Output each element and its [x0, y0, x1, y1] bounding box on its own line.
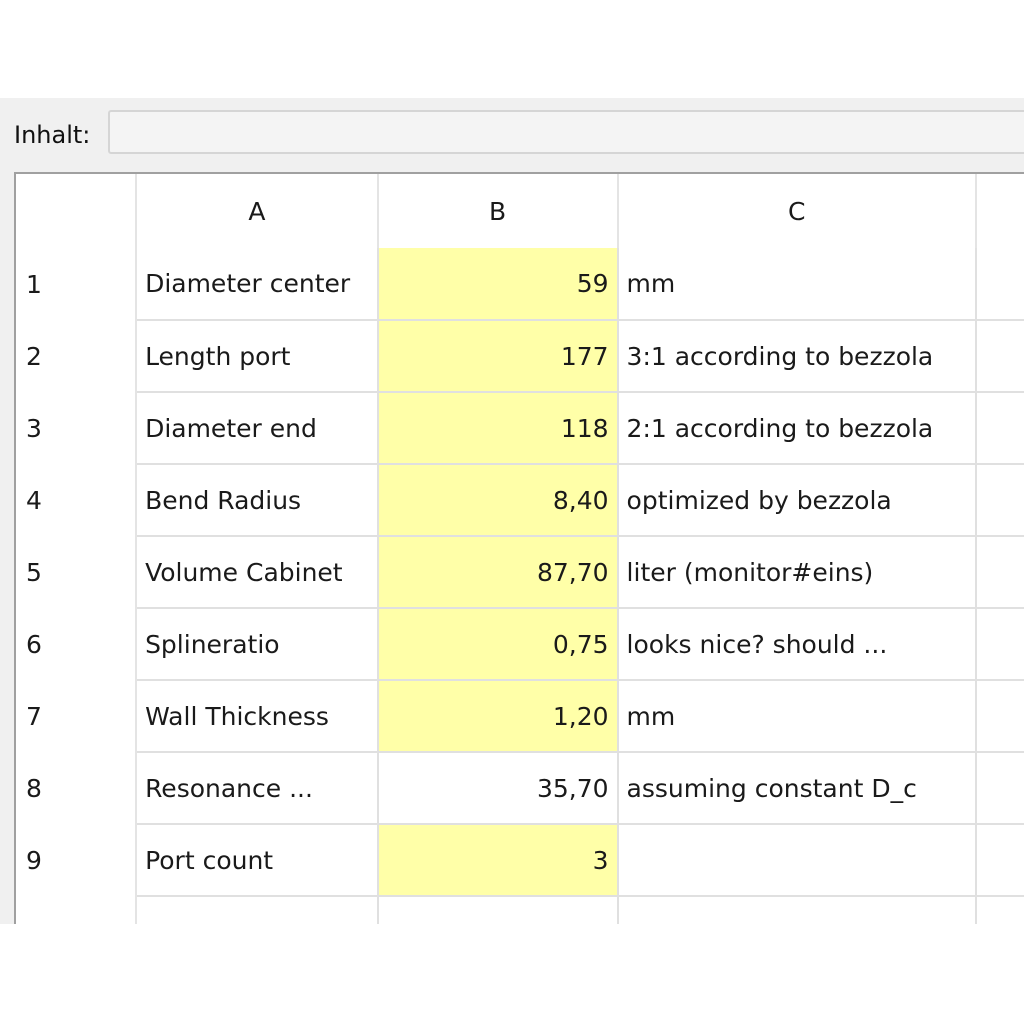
cell-d[interactable]: [975, 320, 1024, 393]
cell-b[interactable]: 87,70: [377, 536, 619, 609]
cell-a[interactable]: Bend Radius: [136, 464, 379, 537]
row-header[interactable]: 8: [16, 752, 138, 824]
table-row: 6 Splineratio 0,75 looks nice? should ...: [16, 608, 1024, 681]
cell-d[interactable]: [975, 896, 1024, 924]
cell-a[interactable]: Diameter center: [136, 248, 379, 321]
column-header-d[interactable]: [975, 174, 1024, 248]
row-header[interactable]: 2: [16, 320, 138, 392]
cell-a[interactable]: [136, 896, 379, 924]
content-input[interactable]: [108, 110, 1024, 154]
row-header[interactable]: 6: [16, 608, 138, 680]
cell-c[interactable]: [617, 896, 977, 924]
cell-b[interactable]: [377, 896, 619, 924]
cell-c[interactable]: 2:1 according to bezzola: [617, 392, 977, 465]
row-header[interactable]: 3: [16, 392, 138, 464]
cell-d[interactable]: [975, 608, 1024, 681]
table-row: 8 Resonance ... 35,70 assuming constant D_c: [16, 752, 1024, 825]
table-row: 1 Diameter center 59 mm: [16, 248, 1024, 321]
cell-b[interactable]: 1,20: [377, 680, 619, 753]
cell-a[interactable]: Resonance ...: [136, 752, 379, 825]
cell-c[interactable]: 3:1 according to bezzola: [617, 320, 977, 393]
corner-header[interactable]: [16, 174, 138, 248]
cell-c[interactable]: optimized by bezzola: [617, 464, 977, 537]
row-header[interactable]: [16, 896, 138, 924]
table-row: 4 Bend Radius 8,40 optimized by bezzola: [16, 464, 1024, 537]
row-header[interactable]: 9: [16, 824, 138, 896]
cell-a[interactable]: Length port: [136, 320, 379, 393]
spreadsheet-window: Inhalt: A B C 1 Diameter center 59 mm 2 …: [0, 98, 1024, 924]
cell-d[interactable]: [975, 248, 1024, 321]
cell-a[interactable]: Diameter end: [136, 392, 379, 465]
cell-d[interactable]: [975, 464, 1024, 537]
cell-b[interactable]: 35,70: [377, 752, 619, 825]
cell-c[interactable]: assuming constant D_c: [617, 752, 977, 825]
content-label: Inhalt:: [14, 121, 91, 149]
cell-b[interactable]: 118: [377, 392, 619, 465]
cell-d[interactable]: [975, 824, 1024, 897]
spreadsheet-grid: A B C 1 Diameter center 59 mm 2 Length port 17…: [14, 172, 1024, 924]
row-header[interactable]: 1: [16, 248, 138, 320]
cell-b[interactable]: 3: [377, 824, 619, 897]
table-row: 7 Wall Thickness 1,20 mm: [16, 680, 1024, 753]
cell-table: A B C 1 Diameter center 59 mm 2 Length port 17…: [16, 174, 1024, 924]
table-row: 3 Diameter end 118 2:1 according to bezzola: [16, 392, 1024, 465]
cell-a[interactable]: Port count: [136, 824, 379, 897]
column-header-b[interactable]: B: [377, 174, 619, 248]
row-header[interactable]: 4: [16, 464, 138, 536]
cell-b[interactable]: 177: [377, 320, 619, 393]
row-header[interactable]: 5: [16, 536, 138, 608]
column-header-a[interactable]: A: [136, 174, 379, 248]
cell-b[interactable]: 59: [377, 248, 619, 321]
cell-c[interactable]: mm: [617, 248, 977, 321]
cell-a[interactable]: Volume Cabinet: [136, 536, 379, 609]
table-row: 2 Length port 177 3:1 according to bezzola: [16, 320, 1024, 393]
table-row: 5 Volume Cabinet 87,70 liter (monitor#eins): [16, 536, 1024, 609]
cell-c[interactable]: looks nice? should ...: [617, 608, 977, 681]
cell-d[interactable]: [975, 392, 1024, 465]
content-bar: Inhalt:: [0, 98, 1024, 170]
row-header[interactable]: 7: [16, 680, 138, 752]
cell-b[interactable]: 8,40: [377, 464, 619, 537]
cell-d[interactable]: [975, 752, 1024, 825]
cell-b[interactable]: 0,75: [377, 608, 619, 681]
cell-c[interactable]: [617, 824, 977, 897]
cell-c[interactable]: liter (monitor#eins): [617, 536, 977, 609]
cell-c[interactable]: mm: [617, 680, 977, 753]
table-row: 9 Port count 3: [16, 824, 1024, 897]
cell-a[interactable]: Wall Thickness: [136, 680, 379, 753]
column-header-row: A B C: [16, 174, 1024, 248]
cell-d[interactable]: [975, 536, 1024, 609]
column-header-c[interactable]: C: [617, 174, 977, 248]
cell-a[interactable]: Splineratio: [136, 608, 379, 681]
cell-d[interactable]: [975, 680, 1024, 753]
table-row-empty: [16, 896, 1024, 924]
